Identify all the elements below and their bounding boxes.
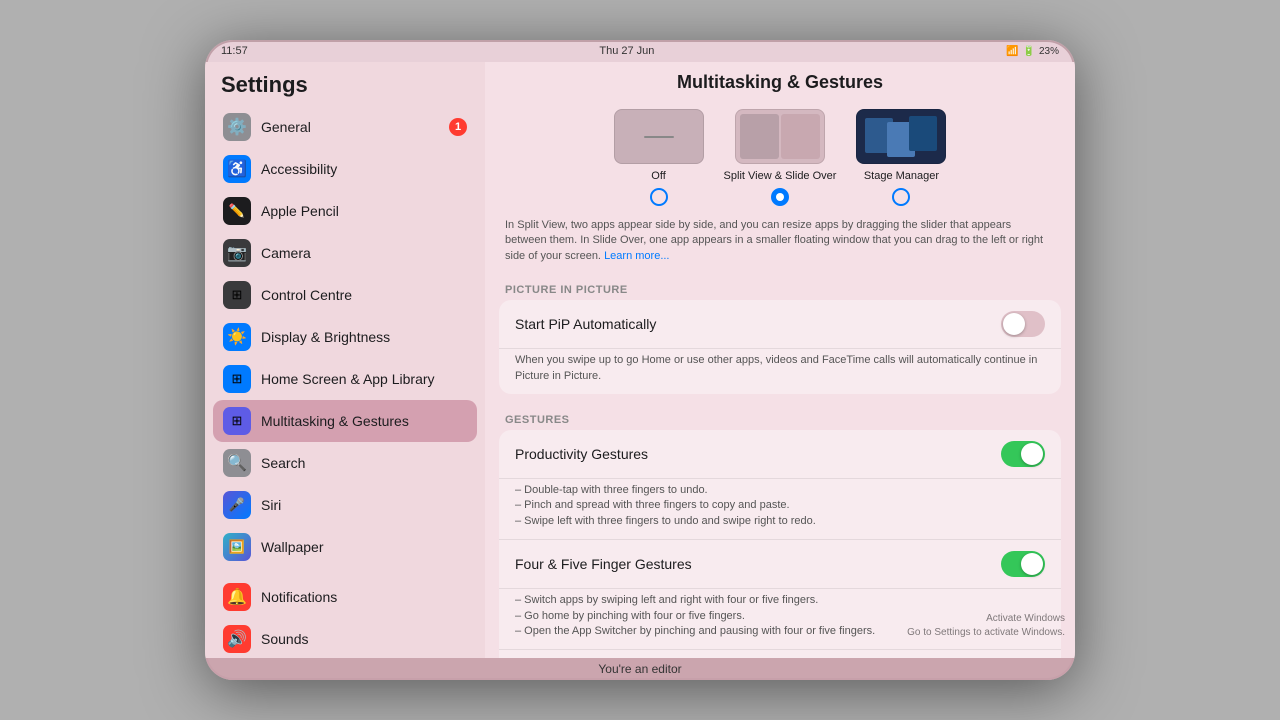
home-screen-label: Home Screen & App Library: [261, 371, 467, 387]
sounds-icon: 🔊: [223, 625, 251, 653]
productivity-gestures-desc: – Double-tap with three fingers to undo.…: [499, 479, 1061, 540]
radio-split[interactable]: [771, 188, 789, 206]
pip-toggle-knob: [1003, 313, 1025, 335]
sidebar-item-search[interactable]: 🔍 Search: [213, 442, 477, 484]
notifications-label: Notifications: [261, 589, 467, 605]
view-mode-section: Off Split View & Slide Over: [485, 101, 1075, 214]
multitasking-label: Multitasking & Gestures: [261, 413, 467, 429]
main-title: Multitasking & Gestures: [485, 62, 1075, 101]
wifi-icon: 📶: [1006, 46, 1018, 57]
view-thumb-off: [614, 109, 704, 164]
status-date: Thu 27 Jun: [599, 45, 654, 57]
view-option-stage[interactable]: Stage Manager: [856, 109, 946, 206]
four-five-toggle-knob: [1021, 553, 1043, 575]
sidebar-item-sounds[interactable]: 🔊 Sounds: [213, 618, 477, 658]
general-icon: ⚙️: [223, 113, 251, 141]
control-centre-icon: ⊞: [223, 281, 251, 309]
control-centre-label: Control Centre: [261, 287, 467, 303]
sidebar-item-control-centre[interactable]: ⊞ Control Centre: [213, 274, 477, 316]
wallpaper-label: Wallpaper: [261, 539, 467, 555]
view-option-off[interactable]: Off: [614, 109, 704, 206]
split-view-description: In Split View, two apps appear side by s…: [485, 214, 1075, 274]
radio-stage[interactable]: [892, 188, 910, 206]
camera-icon: 📷: [223, 239, 251, 267]
four-five-finger-toggle[interactable]: [1001, 551, 1045, 577]
notifications-icon: 🔔: [223, 583, 251, 611]
pip-row[interactable]: Start PiP Automatically: [499, 300, 1061, 349]
productivity-toggle-knob: [1021, 443, 1043, 465]
sidebar-item-siri[interactable]: 🎤 Siri: [213, 484, 477, 526]
gestures-section-header: GESTURES: [485, 404, 1075, 430]
siri-label: Siri: [261, 497, 467, 513]
tablet-frame: 11:57 Thu 27 Jun 📶 🔋 23% Settings ⚙️ Gen…: [205, 40, 1075, 680]
view-thumb-stage: [856, 109, 946, 164]
display-brightness-label: Display & Brightness: [261, 329, 467, 345]
productivity-gestures-label: Productivity Gestures: [515, 446, 1001, 462]
apple-pencil-label: Apple Pencil: [261, 203, 467, 219]
battery-icon: 🔋: [1023, 46, 1035, 57]
general-badge: 1: [449, 118, 467, 136]
sidebar-item-accessibility[interactable]: ♿ Accessibility: [213, 148, 477, 190]
accessibility-label: Accessibility: [261, 161, 467, 177]
pip-group: Start PiP Automatically When you swipe u…: [499, 300, 1061, 394]
sidebar-item-camera[interactable]: 📷 Camera: [213, 232, 477, 274]
view-option-split[interactable]: Split View & Slide Over: [724, 109, 837, 206]
display-brightness-icon: ☀️: [223, 323, 251, 351]
sounds-label: Sounds: [261, 631, 467, 647]
apple-pencil-icon: ✏️: [223, 197, 251, 225]
view-thumb-split: [735, 109, 825, 164]
sidebar-item-notifications[interactable]: 🔔 Notifications: [213, 576, 477, 618]
productivity-gestures-toggle[interactable]: [1001, 441, 1045, 467]
main-content: Multitasking & Gestures Off: [485, 62, 1075, 658]
pip-label: Start PiP Automatically: [515, 316, 1001, 332]
shake-undo-row[interactable]: Shake to Undo: [499, 650, 1061, 658]
activate-windows-label: Activate Windows: [907, 612, 1065, 626]
sidebar-item-general[interactable]: ⚙️ General 1: [213, 106, 477, 148]
view-label-off: Off: [651, 170, 665, 182]
camera-label: Camera: [261, 245, 467, 261]
multitasking-icon: ⊞: [223, 407, 251, 435]
status-bar: 11:57 Thu 27 Jun 📶 🔋 23%: [205, 40, 1075, 62]
sidebar-item-multitasking[interactable]: ⊞ Multitasking & Gestures: [213, 400, 477, 442]
four-five-finger-label: Four & Five Finger Gestures: [515, 556, 1001, 572]
four-five-finger-row[interactable]: Four & Five Finger Gestures: [499, 540, 1061, 589]
status-right: 📶 🔋 23%: [1006, 46, 1059, 57]
view-label-split: Split View & Slide Over: [724, 170, 837, 182]
sidebar-item-home-screen[interactable]: ⊞ Home Screen & App Library: [213, 358, 477, 400]
siri-icon: 🎤: [223, 491, 251, 519]
content-area: Settings ⚙️ General 1 ♿ Accessibility ✏️…: [205, 62, 1075, 658]
activate-windows-desc: Go to Settings to activate Windows.: [907, 626, 1065, 640]
sidebar: Settings ⚙️ General 1 ♿ Accessibility ✏️…: [205, 62, 485, 658]
productivity-gestures-row[interactable]: Productivity Gestures: [499, 430, 1061, 479]
radio-off[interactable]: [650, 188, 668, 206]
pip-description: When you swipe up to go Home or use othe…: [499, 349, 1061, 394]
learn-more-link[interactable]: Learn more...: [604, 250, 669, 262]
accessibility-icon: ♿: [223, 155, 251, 183]
battery-percent: 23%: [1039, 46, 1059, 57]
bottom-bar-label: You're an editor: [598, 662, 681, 676]
activation-notice: Activate Windows Go to Settings to activ…: [907, 612, 1065, 640]
search-icon: 🔍: [223, 449, 251, 477]
sidebar-item-display-brightness[interactable]: ☀️ Display & Brightness: [213, 316, 477, 358]
sidebar-item-apple-pencil[interactable]: ✏️ Apple Pencil: [213, 190, 477, 232]
general-label: General: [261, 119, 439, 135]
sidebar-list: ⚙️ General 1 ♿ Accessibility ✏️ Apple Pe…: [205, 106, 485, 658]
search-label: Search: [261, 455, 467, 471]
sidebar-title: Settings: [205, 62, 485, 106]
sidebar-item-wallpaper[interactable]: 🖼️ Wallpaper: [213, 526, 477, 568]
bottom-bar: You're an editor: [205, 658, 1075, 680]
pip-toggle[interactable]: [1001, 311, 1045, 337]
status-time: 11:57: [221, 45, 248, 57]
pip-section-header: PICTURE IN PICTURE: [485, 274, 1075, 300]
wallpaper-icon: 🖼️: [223, 533, 251, 561]
home-screen-icon: ⊞: [223, 365, 251, 393]
view-label-stage: Stage Manager: [864, 170, 939, 182]
